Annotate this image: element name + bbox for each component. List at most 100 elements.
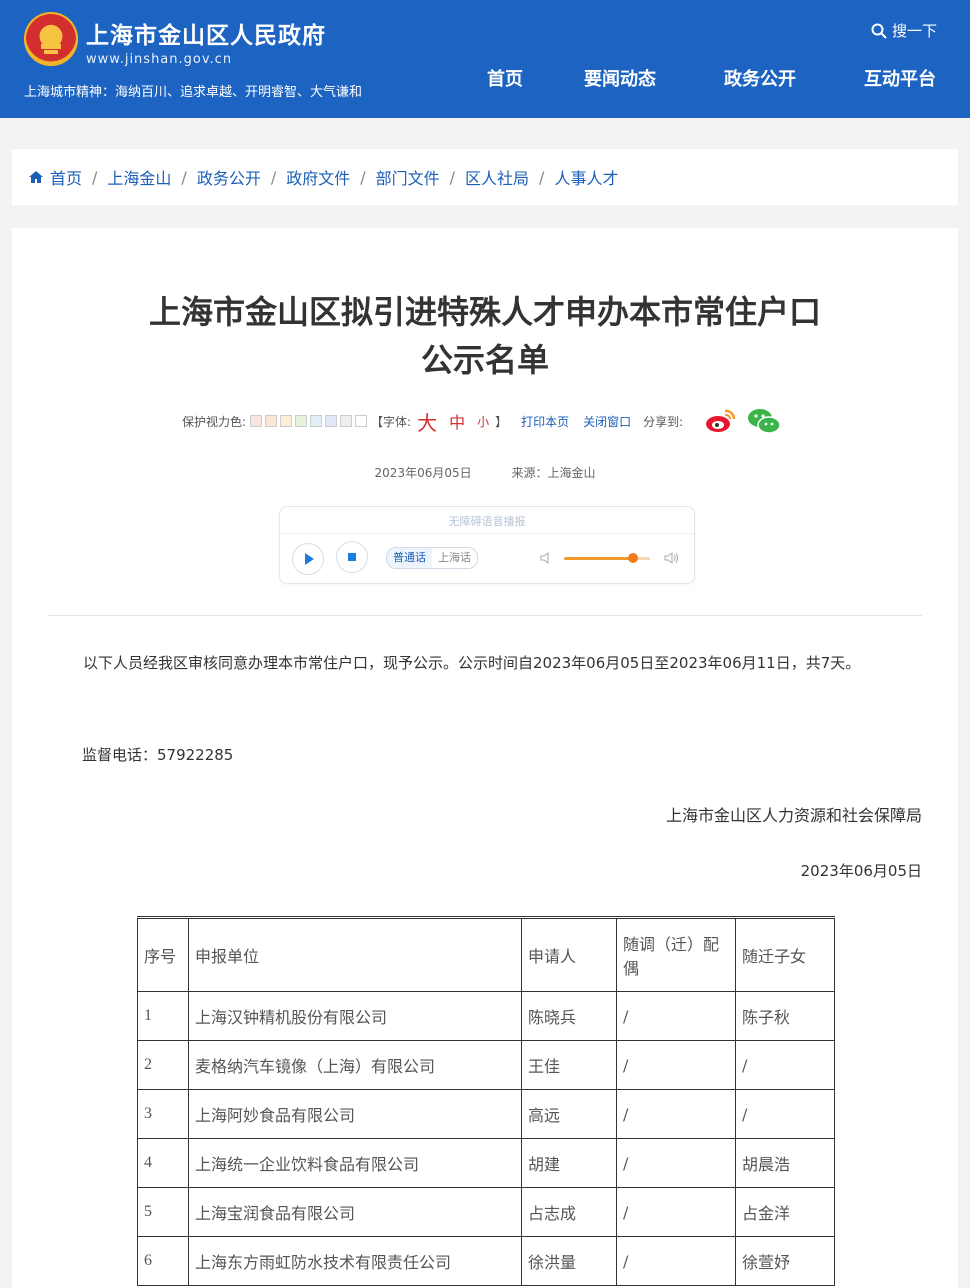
cell-spouse: / [616,1040,736,1090]
color-swatch[interactable] [310,415,323,427]
cell-applicant: 徐洪量 [521,1236,617,1286]
breadcrumb-separator: / [449,167,456,187]
article-toolbar: 保护视力色: 【字体: 大 中 小 】 打印本页 关闭窗口 分享到: [182,406,781,436]
cell-spouse: / [616,1187,736,1237]
cell-applicant: 高远 [521,1089,617,1139]
table-header-row: 序号 申报单位 申请人 随调（迁）配偶 随迁子女 [137,916,835,992]
cell-number: 1 [137,991,189,1041]
cell-number: 3 [137,1089,189,1139]
cell-employer: 上海宝润食品有限公司 [188,1187,522,1237]
article-source: 来源：上海金山 [511,466,596,480]
cell-applicant: 胡建 [521,1138,617,1188]
color-swatch[interactable] [265,415,278,427]
table-row: 3 上海阿妙食品有限公司 高远 / / [137,1089,835,1139]
font-size-small[interactable]: 小 [477,413,489,430]
issuing-authority: 上海市金山区人力资源和社会保障局 [665,806,922,825]
cell-employer: 麦格纳汽车镜像（上海）有限公司 [188,1040,522,1090]
breadcrumb: 首页 / 上海金山 / 政务公开 / 政府文件 / 部门文件 / 区人社局 / … [12,149,958,205]
home-icon [29,171,43,183]
col-header-applicant: 申请人 [521,916,617,992]
table-row: 1 上海汉钟精机股份有限公司 陈晓兵 / 陈子秋 [137,991,835,1041]
cell-children: 占金洋 [735,1187,835,1237]
breadcrumb-separator: / [360,167,366,187]
color-swatch[interactable] [280,415,293,427]
color-swatch[interactable] [355,415,368,427]
nav-item-home[interactable]: 首页 [460,68,550,92]
breadcrumb-separator: / [181,167,187,187]
breadcrumb-home[interactable]: 首页 [50,165,82,189]
volume-low-icon[interactable] [540,551,554,565]
nav-item-news[interactable]: 要闻动态 [550,68,690,92]
title-line-1: 上海市金山区拟引进特殊人才申办本市常住户口 [148,293,821,331]
color-swatch[interactable] [295,415,308,427]
site-url: www.jinshan.gov.cn [86,52,233,67]
nav-item-interaction[interactable]: 互动平台 [830,68,970,92]
player-divider [280,533,694,534]
cell-employer: 上海统一企业饮料食品有限公司 [188,1138,522,1188]
breadcrumb-hr-bureau[interactable]: 区人社局 [465,165,529,189]
main-nav: 首页 要闻动态 政务公开 互动平台 [460,68,970,92]
play-button[interactable] [292,543,324,575]
cell-spouse: / [616,1236,736,1286]
table-row: 5 上海宝润食品有限公司 占志成 / 占金洋 [137,1187,835,1237]
volume-fill [564,557,633,560]
volume-high-icon[interactable] [664,551,680,565]
col-header-number: 序号 [137,916,189,992]
font-size-large[interactable]: 大 [417,407,437,436]
title-line-2: 公示名单 [420,341,549,379]
supervision-phone: 监督电话：57922285 [82,746,234,764]
search-label: 搜一下 [892,22,938,40]
color-swatch[interactable] [325,415,338,427]
nav-item-gov-affairs[interactable]: 政务公开 [690,68,830,92]
cell-children: 徐萱妤 [735,1236,835,1286]
site-header: 上海市金山区人民政府 www.jinshan.gov.cn 上海城市精神：海纳百… [0,0,970,118]
cell-children: 胡晨浩 [735,1138,835,1188]
close-window-link[interactable]: 关闭窗口 [583,413,631,430]
cell-applicant: 占志成 [521,1187,617,1237]
national-emblem-logo[interactable] [24,12,78,66]
article-meta: 2023年06月05日 来源：上海金山 [12,464,958,481]
cell-number: 5 [137,1187,189,1237]
table-row: 4 上海统一企业饮料食品有限公司 胡建 / 胡晨浩 [137,1138,835,1188]
cell-employer: 上海汉钟精机股份有限公司 [188,991,522,1041]
audio-player: 无障碍语音播报 普通话 上海话 [279,506,695,584]
cell-spouse: / [616,1089,736,1139]
cell-number: 6 [137,1236,189,1286]
article-panel: 上海市金山区拟引进特殊人才申办本市常住户口 公示名单 保护视力色: 【字体: 大… [12,228,958,1288]
font-label: 【字体: [371,414,412,429]
col-header-children: 随迁子女 [735,916,835,992]
stop-button[interactable] [336,541,368,573]
breadcrumb-personnel[interactable]: 人事人才 [554,165,618,189]
volume-knob[interactable] [627,553,638,563]
wechat-icon[interactable] [747,407,781,435]
col-header-spouse: 随调（迁）配偶 [616,916,736,992]
breadcrumb-gov-affairs[interactable]: 政务公开 [197,165,261,189]
table-row: 2 麦格纳汽车镜像（上海）有限公司 王佳 / / [137,1040,835,1090]
print-page-link[interactable]: 打印本页 [521,413,569,430]
breadcrumb-jinshan[interactable]: 上海金山 [107,165,171,189]
font-bracket-close: 】 [495,414,508,429]
cell-number: 2 [137,1040,189,1090]
dialect-toggle: 普通话 上海话 [386,547,478,569]
cell-employer: 上海东方雨虹防水技术有限责任公司 [188,1236,522,1286]
cell-spouse: / [616,991,736,1041]
site-title[interactable]: 上海市金山区人民政府 [86,16,326,50]
color-swatch[interactable] [340,415,353,427]
font-size-medium[interactable]: 中 [449,409,465,433]
article-body: 以下人员经我区审核同意办理本市常住户口，现予公示。公示时间自2023年06月05… [48,648,922,679]
color-swatch[interactable] [250,415,263,427]
breadcrumb-dept-docs[interactable]: 部门文件 [376,165,440,189]
volume-slider[interactable] [564,553,650,563]
cell-children: / [735,1040,835,1090]
breadcrumb-separator: / [539,167,545,187]
city-slogan: 上海城市精神：海纳百川、追求卓越、开明睿智、大气谦和 [24,85,363,100]
content-divider [48,615,922,616]
search-button[interactable]: 搜一下 [870,20,937,41]
weibo-icon[interactable] [705,407,737,435]
dialect-shanghainese[interactable]: 上海话 [432,548,477,568]
cell-employer: 上海阿妙食品有限公司 [188,1089,522,1139]
cell-number: 4 [137,1138,189,1188]
dialect-mandarin[interactable]: 普通话 [387,548,432,568]
breadcrumb-gov-docs[interactable]: 政府文件 [286,165,350,189]
cell-applicant: 陈晓兵 [521,991,617,1041]
